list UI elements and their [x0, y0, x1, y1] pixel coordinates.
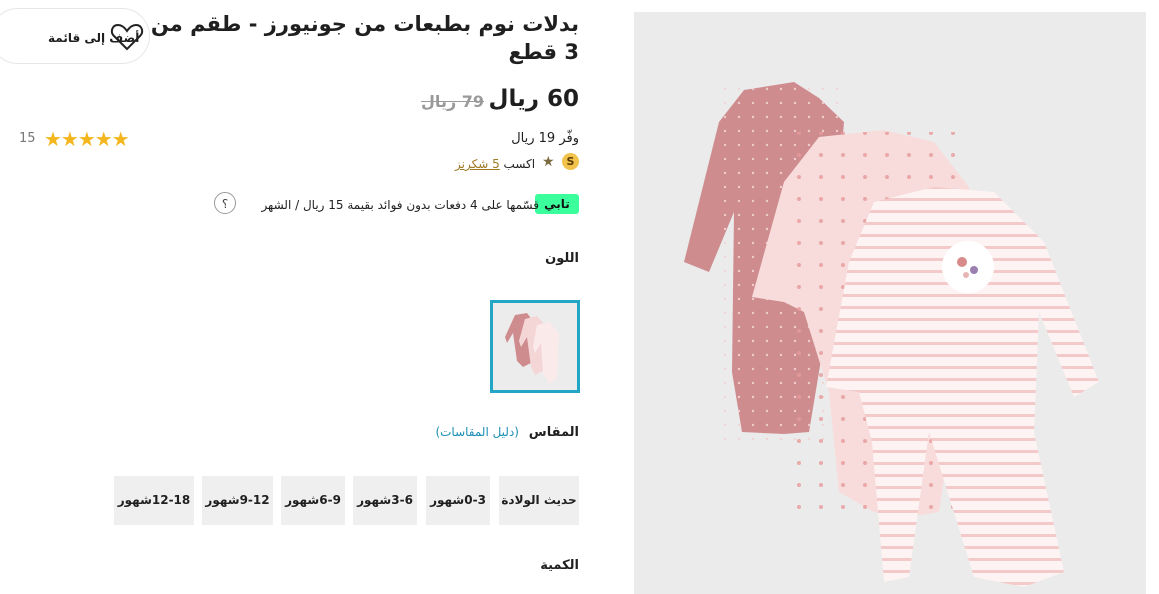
size-option-newborn[interactable]: حديث الولادة: [499, 476, 579, 525]
size-option-9-12[interactable]: 9-12شهور: [202, 476, 273, 525]
shukran-coin-icon: S: [562, 153, 579, 170]
current-price: 60 ريال: [488, 86, 580, 112]
tabby-installments-text: قسّمها على 4 دفعات بدون فوائد بقيمة 15 ر…: [261, 198, 539, 212]
product-title: بدلات نوم بطبعات من جونيورز - طقم من 3 ق…: [150, 12, 579, 64]
quantity-label: الكمية: [540, 558, 579, 573]
shukran-earn-text: اكسب 5 شكرنز: [455, 157, 535, 171]
savings-text: وفّر 19 ريال: [511, 131, 579, 146]
wishlist-label[interactable]: أضف إلى قائمة: [48, 31, 139, 45]
onesies-illustration: [634, 12, 1146, 594]
product-image[interactable]: [634, 12, 1146, 594]
review-count[interactable]: 15: [19, 131, 36, 146]
star-icon: ★: [542, 154, 555, 170]
color-swatch-selected[interactable]: [490, 300, 580, 393]
shukran-points-link[interactable]: 5 شكرنز: [455, 157, 500, 171]
size-option-3-6[interactable]: 3-6شهور: [353, 476, 417, 525]
shukran-prefix: اكسب: [503, 157, 536, 171]
size-option-6-9[interactable]: 6-9شهور: [281, 476, 345, 525]
help-icon[interactable]: ؟: [214, 192, 236, 214]
tabby-logo: تابي: [535, 194, 579, 214]
size-option-12-18[interactable]: 12-18شهور: [114, 476, 194, 525]
original-price: 79 ريال: [421, 92, 484, 111]
swatch-thumbnail-icon: [493, 303, 577, 390]
color-label: اللون: [545, 251, 579, 266]
size-guide-link[interactable]: (دليل المقاسات): [435, 425, 519, 439]
rating-stars[interactable]: ★★★★★: [44, 127, 130, 151]
size-option-0-3[interactable]: 0-3شهور: [426, 476, 490, 525]
size-label: المقاس: [528, 425, 579, 440]
